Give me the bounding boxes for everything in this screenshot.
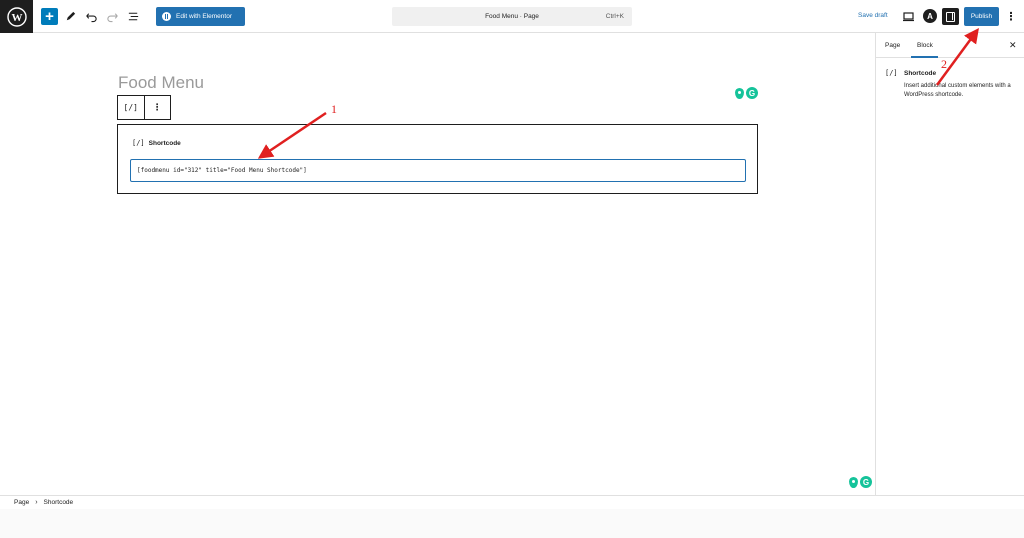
block-transform-icon[interactable]: [/]	[118, 96, 145, 119]
settings-toggle-icon[interactable]	[942, 8, 959, 25]
annotation-marker-2: 2	[941, 57, 947, 71]
redo-icon[interactable]	[104, 8, 121, 25]
edit-tools-icon[interactable]	[62, 8, 79, 25]
add-block-button[interactable]: +	[41, 8, 58, 25]
grammarly-icon: G	[746, 87, 758, 99]
breadcrumb-separator: ›	[35, 499, 38, 506]
grammarly-widget-bottom[interactable]: G	[849, 476, 872, 488]
command-palette-bar[interactable]: Food Menu · Page Ctrl+K	[392, 7, 632, 26]
shortcode-block[interactable]: [/] Shortcode [foodmenu id="312" title="F…	[117, 124, 758, 194]
grammarly-widget[interactable]: G	[735, 87, 758, 99]
document-overview-icon[interactable]	[125, 8, 142, 25]
location-pin-icon	[735, 87, 744, 99]
undo-icon[interactable]	[83, 8, 100, 25]
tab-page[interactable]: Page	[885, 42, 900, 49]
block-card-title: Shortcode	[904, 70, 937, 77]
publish-button[interactable]: Publish	[964, 7, 999, 26]
grammarly-icon: G	[860, 476, 872, 488]
shortcode-icon: [/]	[132, 139, 145, 147]
wordpress-logo-icon[interactable]: W	[0, 0, 33, 33]
plugin-a-icon[interactable]: A	[923, 9, 937, 23]
breadcrumb-item-shortcode[interactable]: Shortcode	[44, 499, 74, 506]
page-title[interactable]: Food Menu	[118, 73, 204, 93]
footer-area	[0, 509, 1024, 538]
annotation-marker-1: 1	[331, 102, 337, 116]
options-menu-icon[interactable]: ⋮	[1006, 8, 1017, 25]
location-pin-icon	[849, 476, 858, 488]
view-preview-icon[interactable]	[902, 10, 915, 23]
settings-sidebar: Page Block ✕ [/] Shortcode Insert additi…	[875, 33, 1024, 495]
elementor-icon	[162, 12, 171, 21]
active-tab-indicator	[911, 56, 938, 58]
shortcode-icon: [/]	[885, 69, 898, 77]
shortcode-block-label: [/] Shortcode	[132, 139, 181, 147]
breadcrumb-item-page[interactable]: Page	[14, 499, 29, 506]
tab-block[interactable]: Block	[917, 42, 933, 49]
shortcode-input[interactable]: [foodmenu id="312" title="Food Menu Shor…	[130, 159, 746, 182]
sidebar-tabs: Page Block ✕	[876, 33, 1024, 58]
close-icon[interactable]: ✕	[1009, 40, 1017, 51]
editor-header: W + Edit with Elementor Food Menu · Page…	[0, 0, 1024, 33]
command-shortcut: Ctrl+K	[605, 13, 624, 20]
edit-with-elementor-label: Edit with Elementor	[176, 13, 232, 20]
shortcode-label-text: Shortcode	[148, 140, 181, 147]
block-card-description: Insert additional custom elements with a…	[904, 83, 1011, 98]
edit-with-elementor-button[interactable]: Edit with Elementor	[156, 7, 245, 26]
block-toolbar: [/] ⋮	[117, 95, 171, 120]
block-options-icon[interactable]: ⋮	[145, 96, 171, 119]
save-draft-button[interactable]: Save draft	[858, 12, 888, 19]
svg-text:W: W	[11, 12, 22, 24]
breadcrumb: Page › Shortcode	[0, 495, 1024, 509]
document-title: Food Menu · Page	[485, 13, 539, 20]
